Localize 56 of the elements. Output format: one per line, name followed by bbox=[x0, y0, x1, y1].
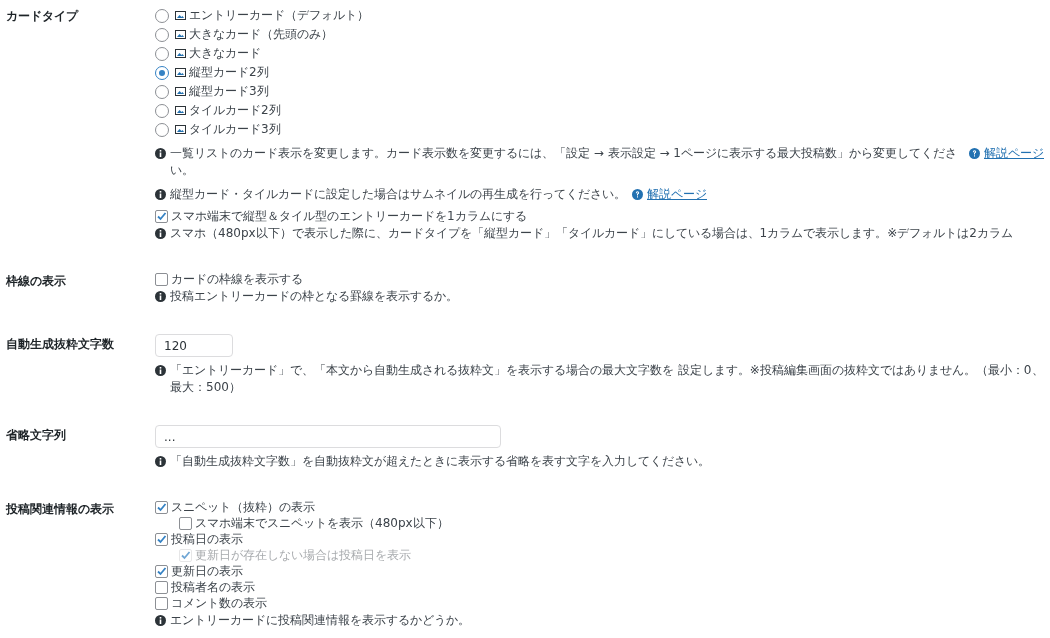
radio-label: タイルカード2列 bbox=[189, 102, 281, 119]
help-text: 「エントリーカード」で、「本文から自動生成される抜粋文」を表示する場合の最大文字数を 設定します。※投稿編集画面の抜粋文ではありません。（最小：0、最大：500） bbox=[170, 362, 1044, 396]
image-icon bbox=[175, 68, 186, 77]
checkbox[interactable] bbox=[155, 596, 168, 610]
setting-label: 枠線の表示 bbox=[5, 273, 67, 290]
help-icon bbox=[632, 189, 643, 200]
checkbox[interactable] bbox=[155, 532, 168, 546]
image-icon bbox=[175, 87, 186, 96]
help-text: 「自動生成抜粋文字数」を自動抜粋文が超えたときに表示する省略を表す文字を入力してください。 bbox=[170, 453, 710, 470]
radio-label: 縦型カード2列 bbox=[189, 64, 269, 81]
checkbox-label: スマホ端末で縦型＆タイル型のエントリーカードを1カラムにする bbox=[171, 207, 527, 225]
help-text: 縦型カード・タイルカードに設定した場合はサムネイルの再生成を行ってください。 bbox=[170, 186, 626, 203]
text-field[interactable]: ... bbox=[155, 425, 501, 448]
info-icon bbox=[155, 148, 166, 159]
checkbox-label: コメント数の表示 bbox=[171, 594, 267, 612]
radio-label: 大きなカード（先頭のみ） bbox=[189, 26, 333, 43]
image-icon bbox=[175, 125, 186, 134]
image-icon bbox=[175, 49, 186, 58]
checkbox[interactable] bbox=[179, 516, 192, 530]
setting-label: カードタイプ bbox=[5, 8, 80, 25]
image-icon bbox=[175, 11, 186, 20]
radio-label: 縦型カード3列 bbox=[189, 83, 269, 100]
checkbox-label: スニペット（抜粋）の表示 bbox=[171, 498, 315, 516]
help-page-link[interactable]: 解説ページ bbox=[647, 186, 707, 203]
checkbox[interactable] bbox=[155, 580, 168, 594]
radio-label: 大きなカード bbox=[189, 45, 261, 62]
info-icon bbox=[155, 291, 166, 302]
help-text: 一覧リストのカード表示を変更します。カード表示数を変更するには、「設定 → 表示設定 → 1ページに表示する最大投稿数」から変更してください。 bbox=[170, 145, 958, 179]
info-icon bbox=[155, 456, 166, 467]
radio-label: タイルカード3列 bbox=[189, 121, 281, 138]
checkbox-label: 更新日の表示 bbox=[171, 562, 243, 580]
checkbox-label: 投稿日の表示 bbox=[171, 530, 243, 548]
image-icon bbox=[175, 106, 186, 115]
checkbox[interactable] bbox=[155, 209, 168, 223]
help-page-link[interactable]: 解説ページ bbox=[984, 145, 1044, 162]
help-text: 投稿エントリーカードの枠となる罫線を表示するか。 bbox=[170, 288, 458, 305]
number-field[interactable]: 120 bbox=[155, 334, 233, 357]
help-text: スマホ（480px以下）で表示した際に、カードタイプを「縦型カード」「タイルカード」にしている場合は、1カラムで表示します。※デフォルトは2カラム bbox=[170, 225, 1013, 242]
info-icon bbox=[155, 615, 166, 626]
checkbox[interactable] bbox=[155, 500, 168, 514]
info-icon bbox=[155, 365, 166, 376]
setting-label: 省略文字列 bbox=[5, 427, 67, 444]
checkbox[interactable] bbox=[155, 272, 168, 286]
setting-label: 自動生成抜粋文字数 bbox=[5, 336, 115, 353]
help-text: エントリーカードに投稿関連情報を表示するかどうか。 bbox=[170, 612, 470, 629]
image-icon bbox=[175, 30, 186, 39]
checkbox-label: 更新日が存在しない場合は投稿日を表示 bbox=[195, 546, 411, 564]
checkbox-label: スマホ端末でスニペットを表示（480px以下） bbox=[195, 514, 449, 532]
radio-label: エントリーカード（デフォルト） bbox=[189, 7, 369, 24]
info-icon bbox=[155, 189, 166, 200]
checkbox-label: カードの枠線を表示する bbox=[171, 270, 303, 288]
info-icon bbox=[155, 228, 166, 239]
checkbox[interactable] bbox=[155, 564, 168, 578]
setting-label: 投稿関連情報の表示 bbox=[5, 501, 115, 518]
help-icon bbox=[969, 148, 980, 159]
checkbox-label: 投稿者名の表示 bbox=[171, 578, 255, 596]
